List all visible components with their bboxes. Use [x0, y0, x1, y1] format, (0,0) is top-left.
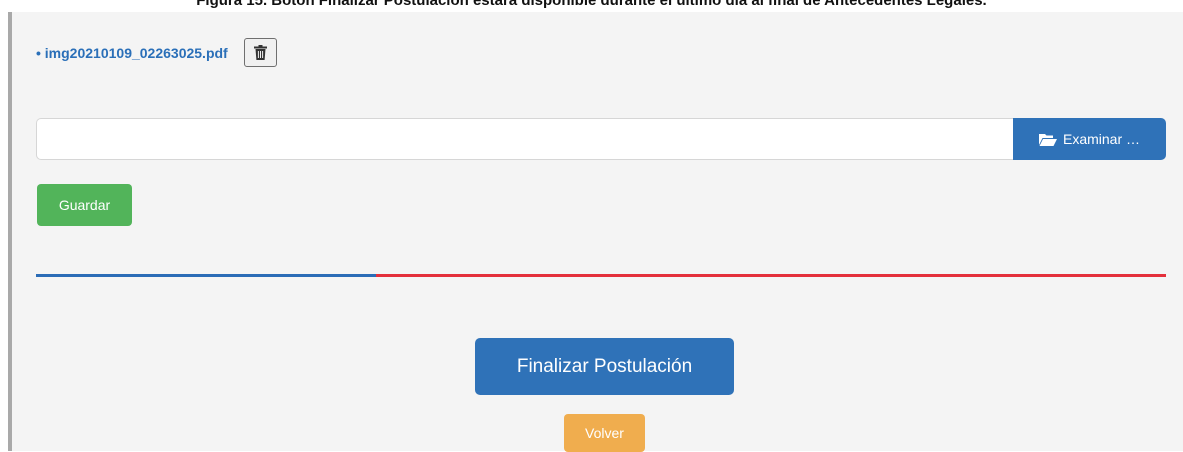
file-path-input[interactable]	[36, 118, 1013, 160]
browse-button[interactable]: Examinar …	[1013, 118, 1166, 160]
folder-open-icon	[1038, 133, 1057, 146]
file-upload-row: Examinar …	[36, 118, 1166, 160]
figure-caption: Figura 15. Botón Finalizar Postulación e…	[196, 0, 987, 9]
delete-file-button[interactable]	[243, 38, 277, 67]
form-panel: • img20210109_02263025.pdf Examinar … Gu…	[8, 12, 1183, 452]
file-bullet: •	[36, 44, 41, 61]
section-divider	[36, 274, 1166, 277]
file-name: img20210109_02263025.pdf	[44, 44, 228, 61]
uploaded-file-row: • img20210109_02263025.pdf	[36, 38, 277, 67]
divider-red-segment	[376, 274, 1166, 277]
finish-application-button[interactable]: Finalizar Postulación	[475, 338, 734, 395]
browse-button-label: Examinar …	[1062, 131, 1141, 147]
uploaded-file-link[interactable]: • img20210109_02263025.pdf	[36, 45, 228, 61]
back-button[interactable]: Volver	[564, 414, 645, 452]
save-button[interactable]: Guardar	[37, 184, 132, 226]
trash-icon	[253, 45, 267, 60]
divider-blue-segment	[36, 274, 376, 277]
